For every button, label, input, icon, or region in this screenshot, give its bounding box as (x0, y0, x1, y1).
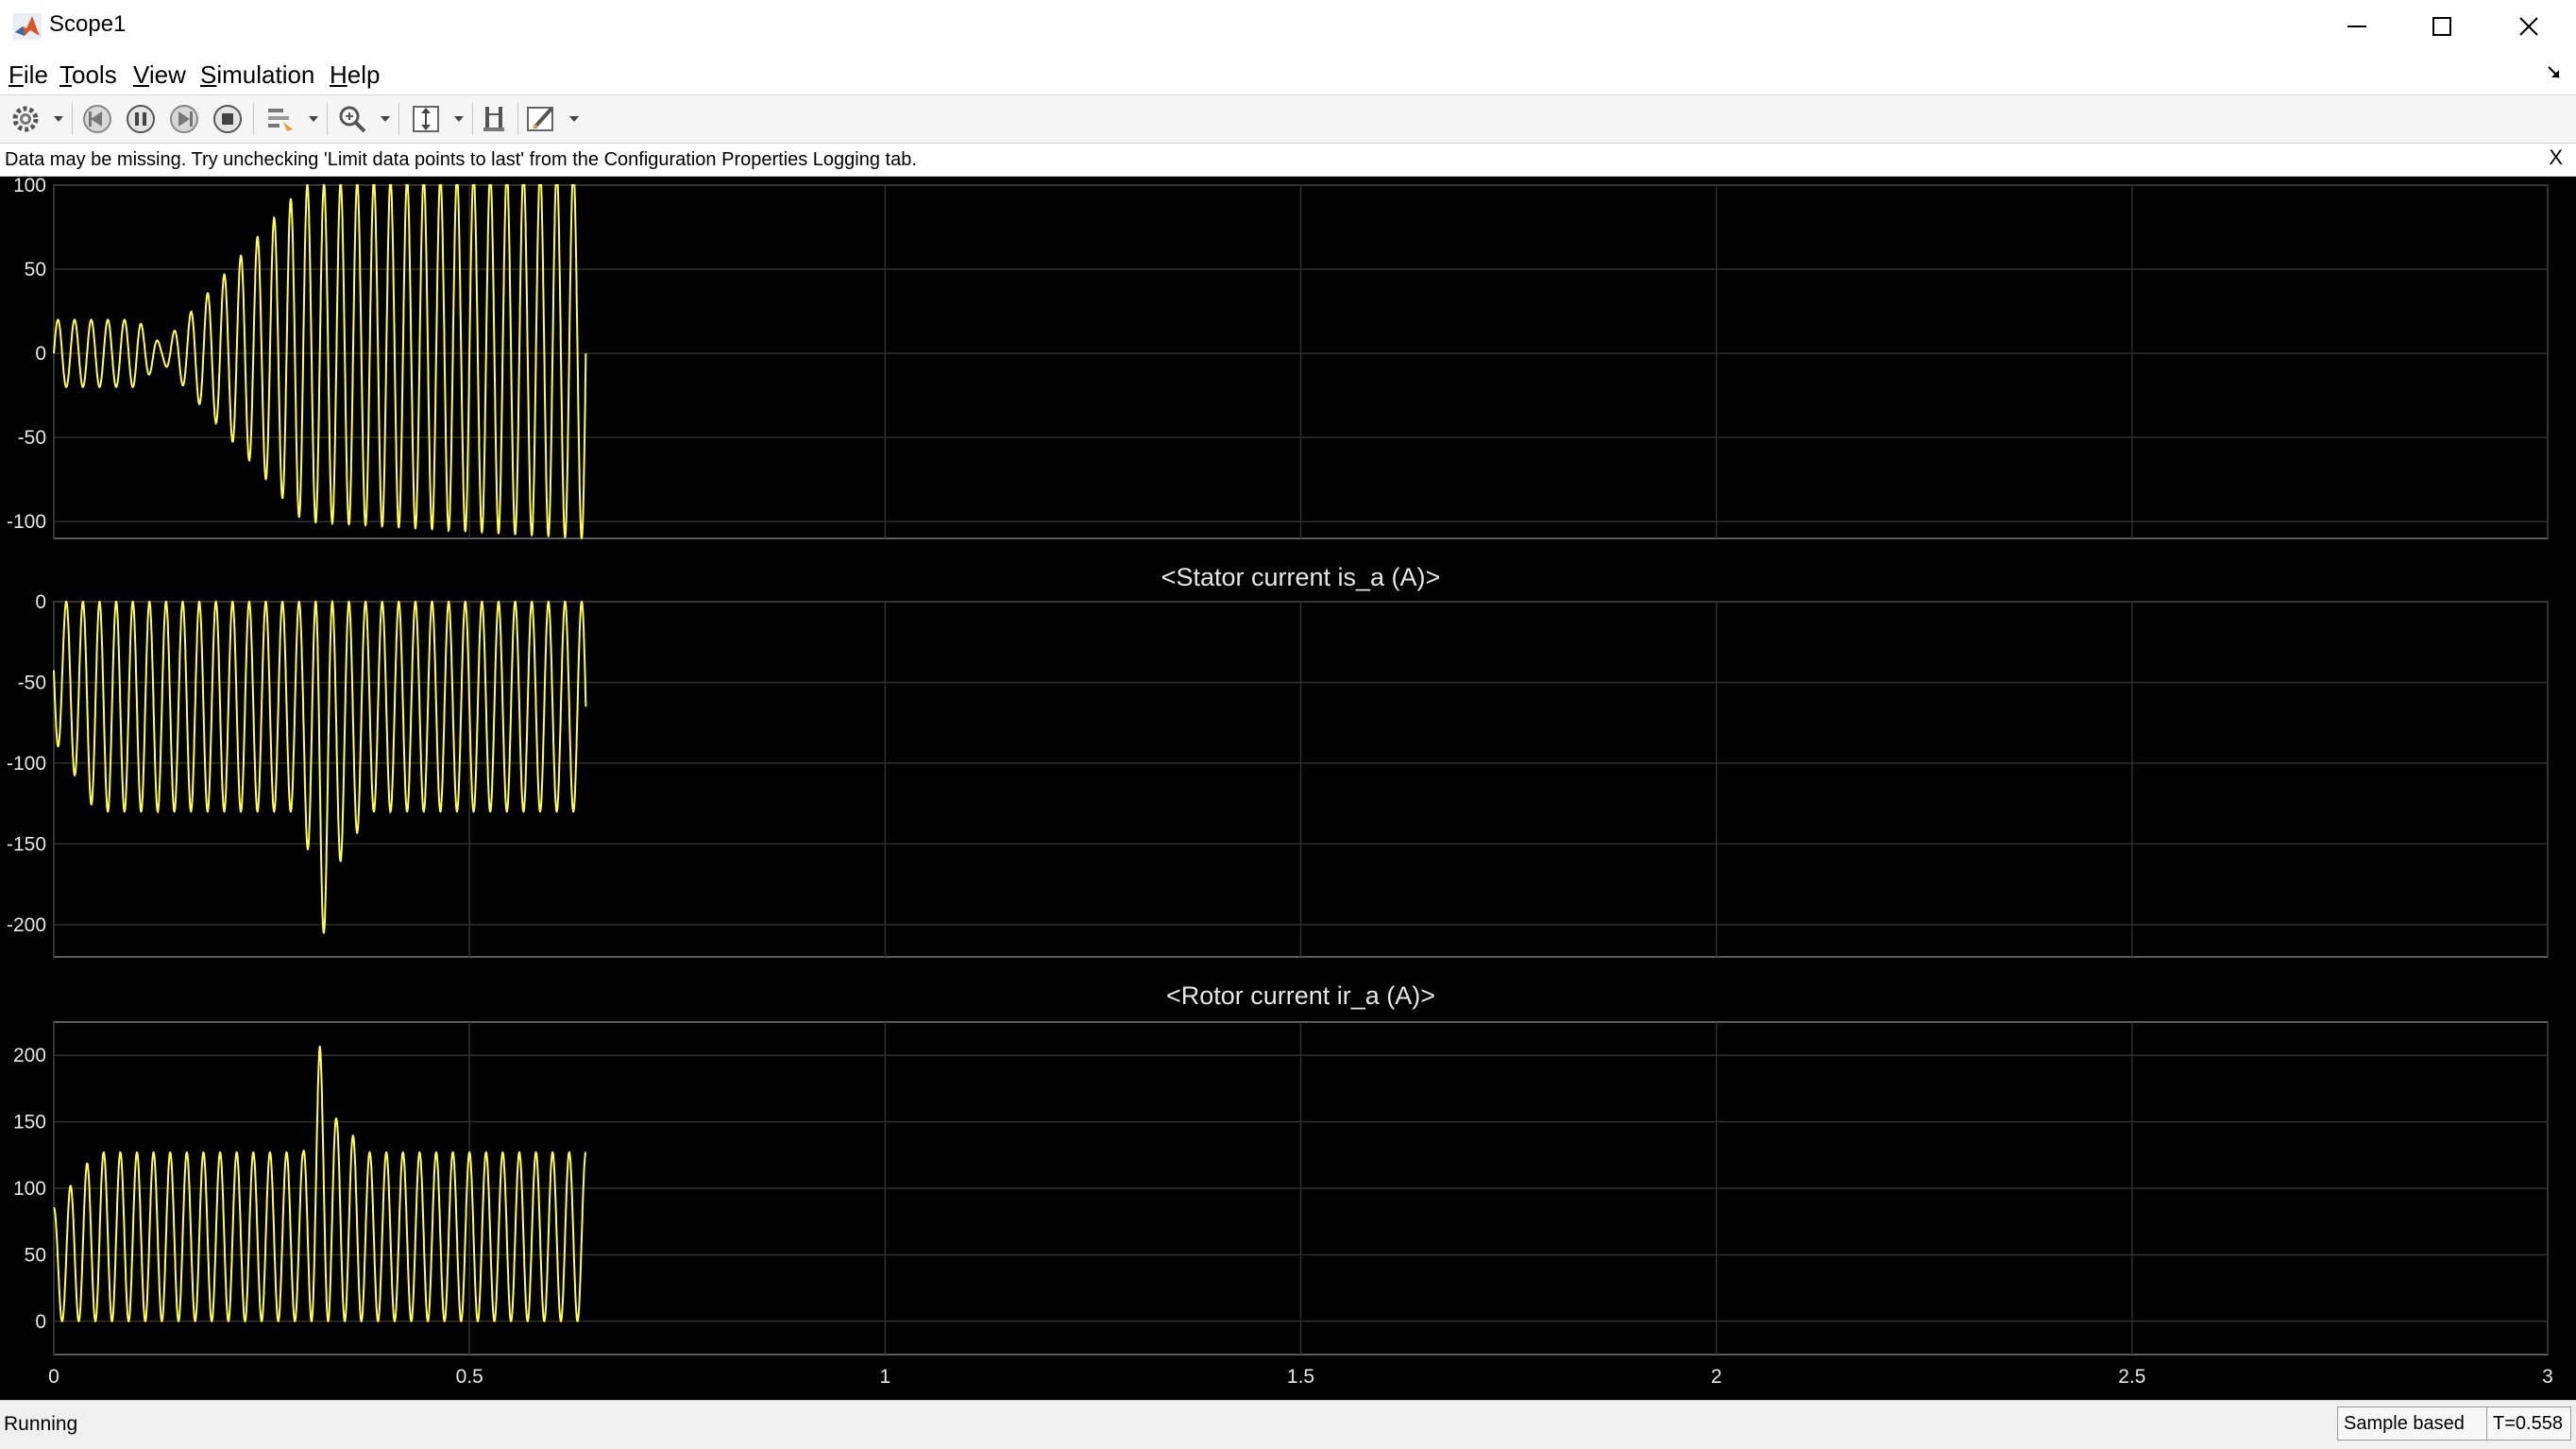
x-tick-label: 1.5 (1287, 1366, 1314, 1388)
y-tick-label: 50 (25, 259, 46, 281)
menu-help[interactable]: Help (330, 60, 380, 90)
y-tick-label: 200 (13, 1045, 46, 1066)
simulation-status: Running (4, 1413, 78, 1435)
warning-message: Data may be missing. Try unchecking 'Lim… (5, 149, 917, 170)
menu-tools[interactable]: Tools (59, 60, 117, 90)
pause-icon[interactable] (125, 103, 157, 135)
maximize-icon (2432, 17, 2451, 36)
style-icon[interactable] (525, 103, 557, 135)
y-tick-label: 0 (35, 591, 46, 613)
zoom-dropdown-icon[interactable] (380, 114, 391, 124)
y-tick-label: 100 (13, 177, 46, 196)
minimize-icon (2347, 26, 2366, 27)
menu-help-key: H (330, 60, 347, 89)
toolbar-separator (72, 103, 73, 135)
plot-title-2: <Stator current is_a (A)> (1161, 563, 1441, 591)
x-tick-label: 2.5 (2118, 1366, 2145, 1388)
menu-tools-rest: ools (72, 60, 117, 89)
toolbar (0, 94, 2576, 144)
x-tick-label: 2 (1711, 1366, 1722, 1388)
menu-tools-key: T (59, 60, 72, 89)
maximize-button[interactable] (2398, 0, 2485, 53)
status-bar: Running Sample based T=0.558 (0, 1400, 2576, 1449)
close-window-button[interactable] (2485, 0, 2572, 53)
scale-dropdown-icon[interactable] (453, 114, 465, 124)
menu-view[interactable]: View (133, 60, 186, 90)
highlight-icon[interactable] (264, 103, 297, 135)
x-tick-label: 0.5 (456, 1366, 483, 1388)
y-tick-label: -150 (7, 833, 46, 855)
y-tick-label: -50 (18, 672, 46, 693)
simulation-time-indicator: T=0.558 (2486, 1406, 2571, 1440)
cursor-measure-icon[interactable] (480, 103, 512, 135)
menu-view-key: V (133, 60, 149, 89)
y-tick-label: 0 (35, 1311, 46, 1333)
toolbar-separator (253, 103, 254, 135)
step-back-icon[interactable] (81, 103, 113, 135)
menu-view-rest: iew (148, 60, 186, 89)
style-dropdown-icon[interactable] (568, 114, 580, 124)
minimize-button[interactable] (2313, 0, 2400, 53)
menu-help-rest: elp (347, 60, 381, 89)
menu-file-rest: ile (23, 60, 48, 89)
dock-arrow-icon[interactable] (2546, 64, 2563, 81)
menu-simulation-key: S (200, 60, 217, 89)
menu-simulation[interactable]: Simulation (200, 60, 314, 90)
toolbar-separator (472, 103, 473, 135)
warning-infobar: Data may be missing. Try unchecking 'Lim… (0, 144, 2576, 177)
zoom-icon[interactable] (336, 103, 368, 135)
step-forward-icon[interactable] (168, 103, 200, 135)
x-tick-label: 0 (48, 1366, 59, 1388)
highlight-dropdown-icon[interactable] (308, 114, 319, 124)
y-tick-label: 150 (13, 1112, 46, 1134)
title-bar: Scope1 (0, 0, 2576, 54)
infobar-close-button[interactable]: X (2549, 145, 2563, 170)
menu-bar: File Tools View Simulation Help (0, 53, 2576, 94)
y-tick-label: -100 (7, 753, 46, 775)
sample-mode-indicator: Sample based (2337, 1406, 2488, 1440)
window-title: Scope1 (49, 11, 127, 37)
y-tick-label: -200 (7, 914, 46, 936)
matlab-logo-icon (13, 13, 42, 40)
stop-icon[interactable] (212, 103, 244, 135)
gear-icon[interactable] (9, 103, 42, 135)
menu-simulation-rest: imulation (216, 60, 315, 89)
menu-file-key: F (8, 60, 24, 89)
scope-plots: 100500-50-1000-50-100-150-200<Stator cur… (7, 175, 2553, 1388)
scope-display: 100 50 0 -50 -100 0 -50 -100 -150 -200 <Stator cur… (0, 175, 2576, 1400)
plot-title-3: <Rotor current ir_a (A)> (1166, 981, 1435, 1010)
toolbar-separator (517, 103, 518, 135)
y-tick-label: 50 (25, 1244, 46, 1266)
close-icon (2519, 17, 2538, 36)
scale-icon[interactable] (410, 103, 442, 135)
toolbar-separator (327, 103, 328, 135)
x-tick-label: 3 (2542, 1366, 2553, 1388)
y-tick-label: -100 (7, 511, 46, 533)
x-tick-label: 1 (879, 1366, 890, 1388)
menu-file[interactable]: File (8, 60, 48, 90)
y-tick-label: 100 (13, 1178, 46, 1200)
y-tick-label: 0 (35, 343, 46, 365)
gear-dropdown-icon[interactable] (53, 114, 64, 124)
toolbar-separator (398, 103, 399, 135)
y-tick-label: -50 (18, 427, 46, 449)
